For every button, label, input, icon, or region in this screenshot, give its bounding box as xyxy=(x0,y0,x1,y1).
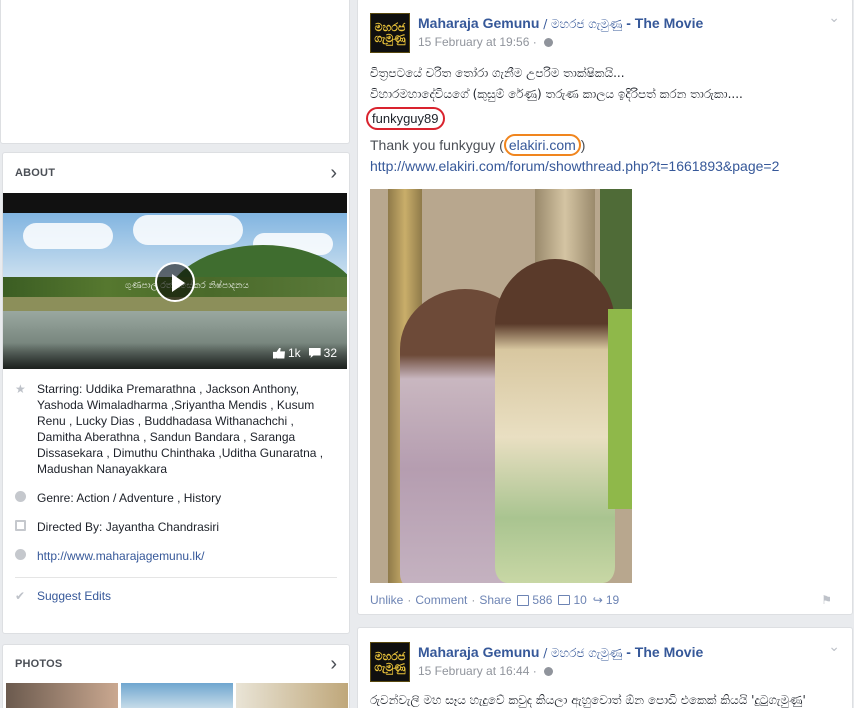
info-icon xyxy=(15,490,37,506)
about-starring: ★ Starring: Uddika Premarathna , Jackson… xyxy=(3,381,349,477)
comments-count[interactable]: 10 xyxy=(558,593,587,607)
about-website: http://www.maharajagemunu.lk/ xyxy=(3,548,349,564)
video-likes-count: 1k xyxy=(287,346,301,360)
post-photo[interactable] xyxy=(370,189,632,583)
check-icon: ✔ xyxy=(15,589,26,603)
page-name-link[interactable]: Maharaja Gemunu / මහරජ ගැමුණු - The Movi… xyxy=(418,15,703,32)
likes-count[interactable]: 586 xyxy=(517,593,552,607)
post-card: මහරජ ගැමුණු Maharaja Gemunu / මහරජ ගැමුණ… xyxy=(357,627,853,708)
post-card: මහරජ ගැමුණු Maharaja Gemunu / මහරජ ගැමුණ… xyxy=(357,0,853,615)
shares-value: 19 xyxy=(605,593,620,607)
photo-background-person xyxy=(608,309,632,509)
comment-icon xyxy=(308,348,321,358)
comment-icon xyxy=(558,595,571,605)
divider xyxy=(15,577,337,578)
timestamp-text: 15 February at 16:44 xyxy=(418,664,530,678)
about-title: ABOUT xyxy=(15,167,56,179)
avatar-text: ගැමුණු xyxy=(374,661,406,674)
photo-thumbnails xyxy=(3,683,349,708)
separator: · xyxy=(407,593,412,607)
photos-header[interactable]: PHOTOS › xyxy=(3,645,349,683)
video-letterbox xyxy=(3,193,347,213)
chevron-down-icon[interactable]: ⌄ xyxy=(828,9,840,26)
star-icon: ★ xyxy=(15,382,26,396)
shares-count[interactable]: ↪ 19 xyxy=(593,593,619,607)
comment-button[interactable]: Comment xyxy=(415,593,467,607)
elakiri-circle: elakiri.com xyxy=(503,134,581,156)
username-mention: funkyguy89 xyxy=(366,107,445,130)
video-cloud xyxy=(23,223,113,249)
globe-icon xyxy=(544,667,554,676)
thanks-line: Thank you funkyguy ( elakiri.com) xyxy=(370,134,840,156)
video-cloud xyxy=(133,215,243,245)
film-icon xyxy=(15,519,37,535)
suggest-edits-link[interactable]: Suggest Edits xyxy=(37,589,111,603)
post-line: විහාරමහාදේවියගේ (කුසුම් රේණු) තරුණ කාලය … xyxy=(370,87,743,101)
chevron-down-icon[interactable]: ⌄ xyxy=(828,638,840,655)
post-header: මහරජ ගැමුණු Maharaja Gemunu / මහරජ ගැමුණ… xyxy=(370,13,703,53)
photos-card: PHOTOS › xyxy=(2,644,350,708)
post-timestamp[interactable]: 15 February at 19:56 · xyxy=(418,35,703,49)
chevron-right-icon[interactable]: › xyxy=(330,654,337,674)
like-icon xyxy=(272,347,285,359)
video-stats: 1k 32 xyxy=(272,346,337,360)
starring-text: Starring: Uddika Premarathna , Jackson A… xyxy=(37,382,324,476)
comments-value: 10 xyxy=(573,593,587,607)
cover-card xyxy=(0,0,350,144)
globe-icon xyxy=(15,548,37,564)
page-name-link[interactable]: Maharaja Gemunu / මහරජ ගැමුණු - The Movi… xyxy=(418,644,703,661)
page-name: Maharaja Gemunu xyxy=(418,644,540,660)
about-header[interactable]: ABOUT › xyxy=(3,153,349,193)
post-line: චිත්‍රපටයේ චරිත තෝරා ගැනීම උපරිම තාක්ෂික… xyxy=(370,66,625,80)
avatar-text: ගැමුණු xyxy=(374,32,406,45)
about-suggest-edits[interactable]: ✔ Suggest Edits xyxy=(3,588,349,604)
photos-title: PHOTOS xyxy=(15,658,63,670)
thanks-suffix: ) xyxy=(580,137,586,153)
thanks-prefix: Thank you funkyguy ( xyxy=(370,137,504,153)
video-comments[interactable]: 32 xyxy=(308,346,337,360)
page-avatar[interactable]: මහරජ ගැමුණු xyxy=(370,13,410,53)
about-directed: Directed By: Jayantha Chandrasiri xyxy=(3,519,349,535)
page-name-suffix: - The Movie xyxy=(622,644,704,660)
video-comments-count: 32 xyxy=(323,346,337,360)
post-body: චිත්‍රපටයේ චරිත තෝරා ගැනීම උපරිම තාක්ෂික… xyxy=(366,63,840,174)
post-timestamp[interactable]: 15 February at 16:44 · xyxy=(418,664,703,678)
share-button[interactable]: Share xyxy=(479,593,511,607)
about-video[interactable]: ගුණපාල රත්නසේකර නිෂ්පාදනය 1k 32 xyxy=(3,193,347,369)
post-header: මහරජ ගැමුණු Maharaja Gemunu / මහරජ ගැමුණ… xyxy=(370,642,703,682)
chevron-right-icon[interactable]: › xyxy=(330,163,337,183)
photo-thumbnail[interactable] xyxy=(236,683,348,708)
page-name-sinhala: / මහරජ ගැමුණු xyxy=(539,17,623,31)
elakiri-link[interactable]: elakiri.com xyxy=(509,137,576,153)
page-avatar[interactable]: මහරජ ගැමුණු xyxy=(370,642,410,682)
timestamp-text: 15 February at 19:56 xyxy=(418,35,530,49)
video-likes[interactable]: 1k xyxy=(272,346,301,360)
photo-thumbnail[interactable] xyxy=(121,683,233,708)
post-actions: Unlike · Comment · Share 586 10 ↪ 19 xyxy=(370,593,619,607)
about-genre: Genre: Action / Adventure , History xyxy=(3,490,349,506)
separator: · xyxy=(471,593,476,607)
genre-text: Genre: Action / Adventure , History xyxy=(37,491,222,505)
share-icon: ↪ xyxy=(592,593,603,607)
likes-value: 586 xyxy=(532,593,553,607)
globe-icon xyxy=(544,38,554,47)
photo-person-right xyxy=(495,259,615,583)
page-name: Maharaja Gemunu xyxy=(418,15,540,31)
page-name-suffix: - The Movie xyxy=(622,15,704,31)
thread-link[interactable]: http://www.elakiri.com/forum/showthread.… xyxy=(370,158,840,174)
directed-text: Directed By: Jayantha Chandrasiri xyxy=(37,520,220,534)
about-card: ABOUT › ගුණපාල රත්නසේකර නිෂ්පාදනය 1k 32 … xyxy=(2,152,350,634)
photo-thumbnail[interactable] xyxy=(6,683,118,708)
post-line: රුවන්වැලි මහ සෑය හැදුවේ කවුද කියලා ඇහුවො… xyxy=(370,693,806,707)
flag-icon[interactable]: ⚑ xyxy=(821,593,832,607)
like-icon xyxy=(517,594,530,606)
website-link[interactable]: http://www.maharajagemunu.lk/ xyxy=(37,549,204,563)
unlike-button[interactable]: Unlike xyxy=(370,593,403,607)
page-name-sinhala: / මහරජ ගැමුණු xyxy=(539,646,623,660)
play-icon[interactable] xyxy=(155,262,195,302)
